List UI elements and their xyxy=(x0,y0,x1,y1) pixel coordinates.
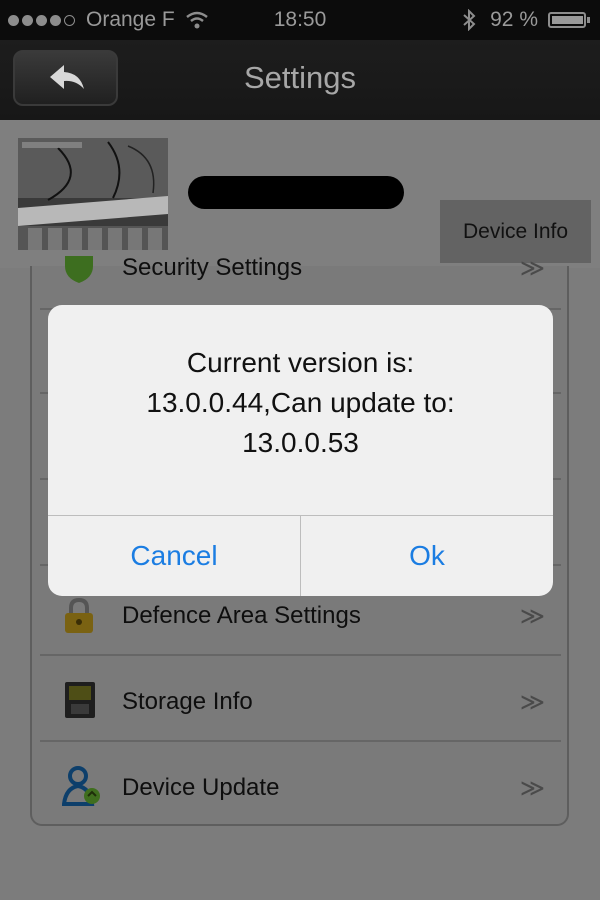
battery-percent: 92 % xyxy=(490,8,538,31)
list-item-label: Device Update xyxy=(122,774,280,801)
update-alert-dialog: Current version is: 13.0.0.44,Can update… xyxy=(48,305,553,596)
list-item-label: Security Settings xyxy=(122,254,303,281)
page-title: Settings xyxy=(243,60,356,95)
navigation-bar: Settings xyxy=(0,40,600,120)
sd-card-icon xyxy=(65,682,95,718)
shield-icon xyxy=(65,256,93,283)
status-bar: Orange F 18:50 92 % xyxy=(0,0,600,40)
redacted-device-name xyxy=(188,176,404,209)
list-item-label: Defence Area Settings xyxy=(122,602,361,629)
chevron-right-icon: ≫ xyxy=(519,255,545,282)
dialog-message: Current version is: 13.0.0.44,Can update… xyxy=(48,343,553,463)
dialog-message-line: 13.0.0.53 xyxy=(242,427,359,458)
dialog-message-line: Current version is: xyxy=(186,347,415,378)
chevron-right-icon: ≫ xyxy=(519,775,545,802)
chevron-right-icon: ≫ xyxy=(519,603,545,630)
list-item-security-settings[interactable]: Security Settings ≫ xyxy=(40,226,561,310)
cancel-button[interactable]: Cancel xyxy=(48,515,300,596)
user-update-icon xyxy=(62,766,100,806)
battery-icon xyxy=(548,12,590,28)
dialog-message-line: 13.0.0.44,Can update to: xyxy=(146,387,455,418)
bluetooth-icon xyxy=(463,9,476,31)
list-item-storage-info[interactable]: Storage Info ≫ xyxy=(40,658,561,742)
list-item-device-update[interactable]: Device Update ≫ xyxy=(40,744,561,828)
chevron-right-icon: ≫ xyxy=(519,689,545,716)
ok-button[interactable]: Ok xyxy=(301,515,553,596)
list-item-label: Storage Info xyxy=(122,688,253,715)
lock-icon xyxy=(65,598,93,633)
